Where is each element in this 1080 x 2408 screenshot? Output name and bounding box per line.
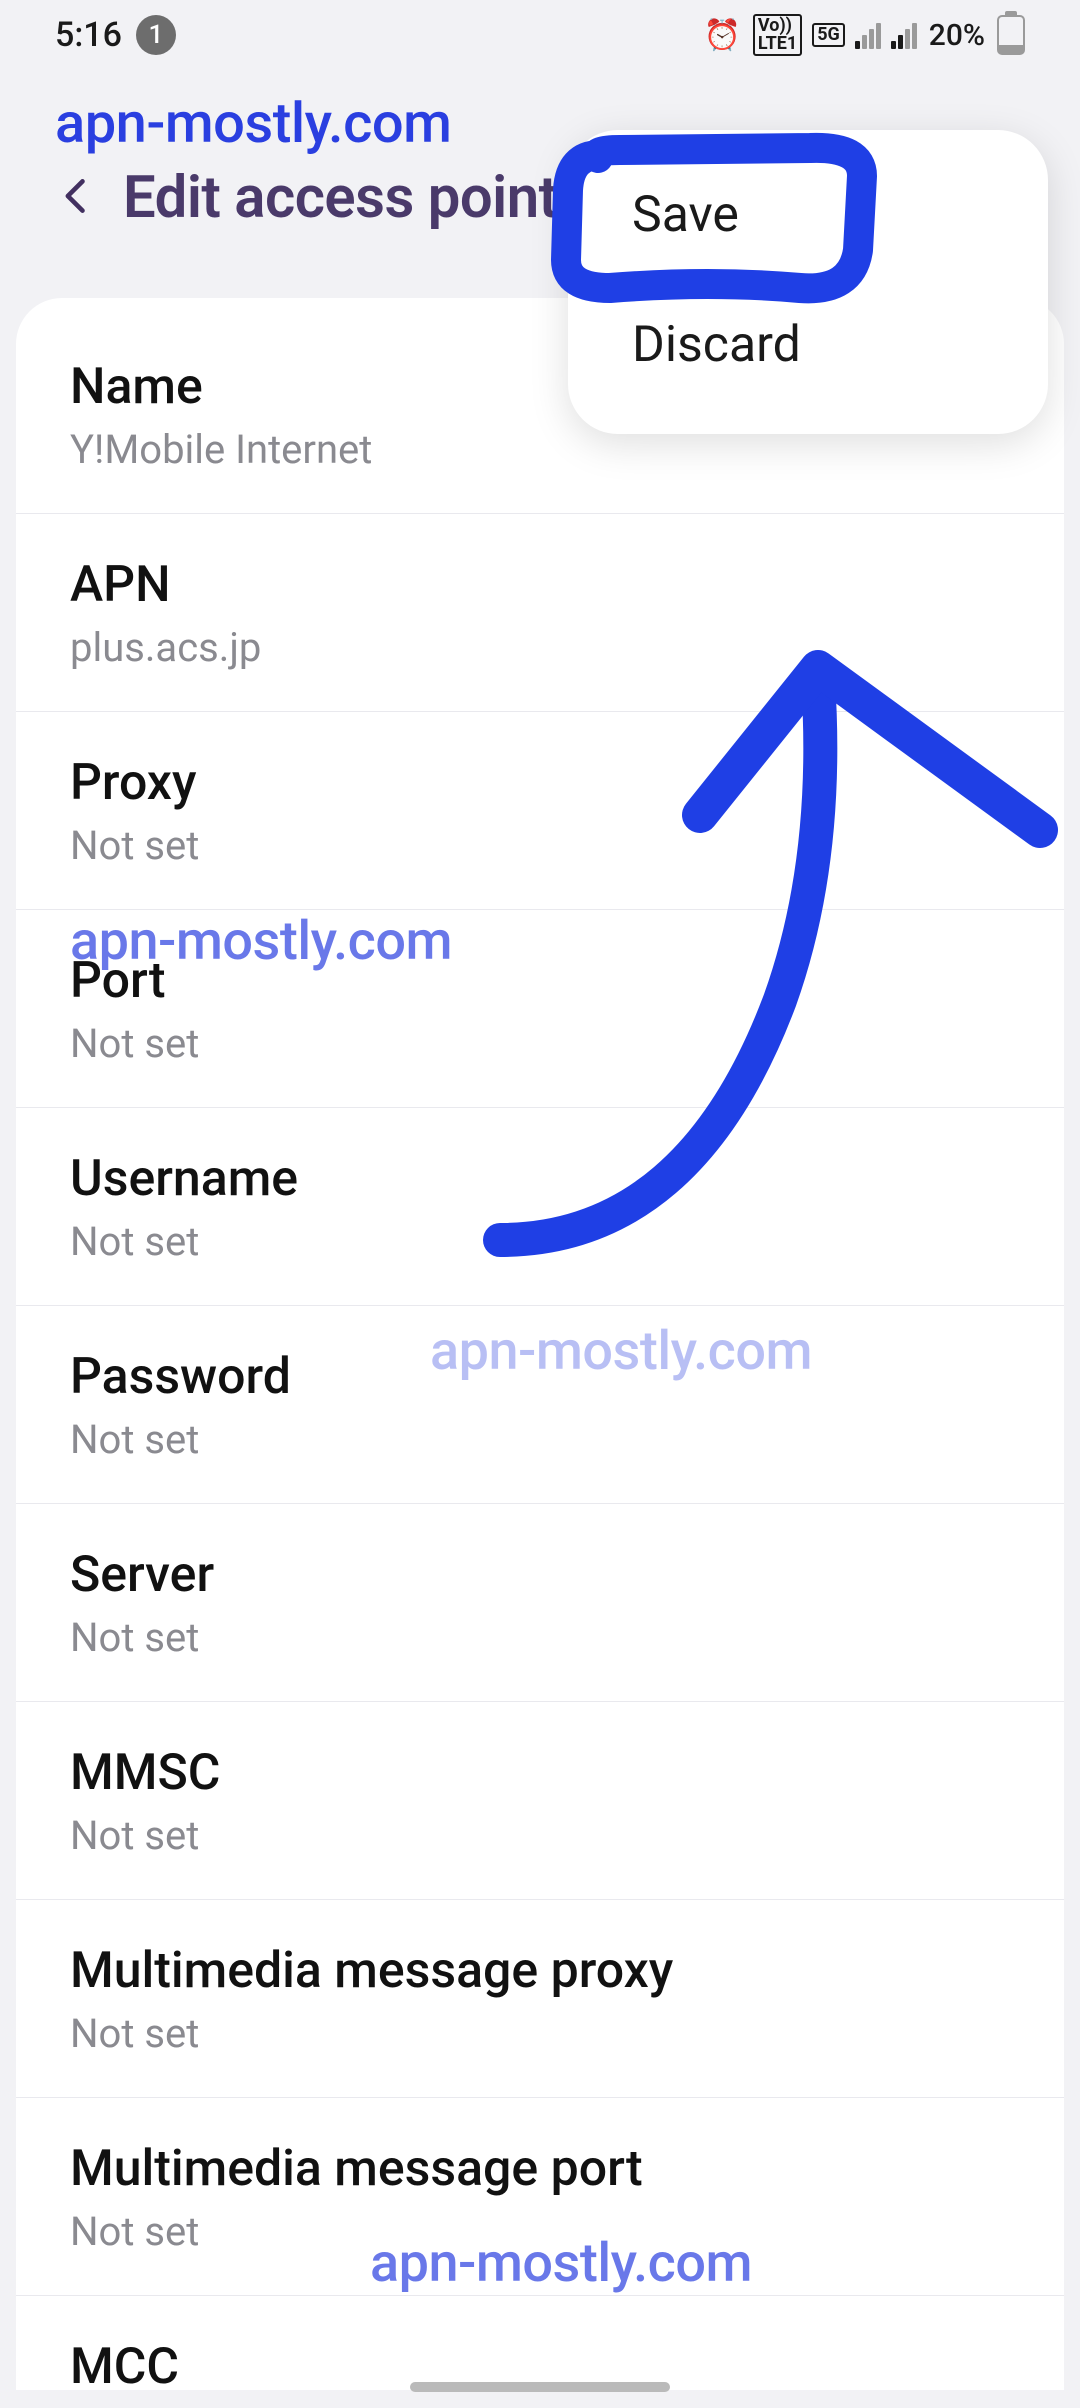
field-value: Not set: [70, 1614, 1010, 1661]
notification-count-badge: 1: [136, 15, 176, 55]
field-label: Server: [70, 1546, 1010, 1604]
field-label: MMSC: [70, 1744, 1010, 1802]
signal-bars-sim2-icon: [891, 21, 917, 49]
status-right: ⏰ Vo))LTE1 5G 20%: [703, 14, 1025, 56]
page-title: Edit access point: [123, 164, 558, 232]
field-mmsc[interactable]: MMSC Not set: [16, 1702, 1064, 1900]
field-value: plus.acs.jp: [70, 624, 1010, 671]
field-value: Not set: [70, 2010, 1010, 2057]
volte-icon: Vo))LTE1: [753, 14, 802, 56]
field-port[interactable]: Port Not set: [16, 910, 1064, 1108]
field-value: Not set: [70, 2208, 1010, 2255]
field-password[interactable]: Password Not set: [16, 1306, 1064, 1504]
field-apn[interactable]: APN plus.acs.jp: [16, 514, 1064, 712]
5g-icon: 5G: [812, 23, 845, 47]
field-mms-proxy[interactable]: Multimedia message proxy Not set: [16, 1900, 1064, 2098]
field-server[interactable]: Server Not set: [16, 1504, 1064, 1702]
menu-save[interactable]: Save: [568, 150, 1048, 280]
field-label: APN: [70, 556, 1010, 614]
overflow-menu: Save Discard: [568, 130, 1048, 434]
home-indicator[interactable]: [410, 2382, 670, 2392]
back-button[interactable]: [55, 174, 99, 222]
field-label: Proxy: [70, 754, 1010, 812]
field-label: Username: [70, 1150, 1010, 1208]
battery-icon: [997, 15, 1025, 55]
field-value: Not set: [70, 1020, 1010, 1067]
field-mms-port[interactable]: Multimedia message port Not set: [16, 2098, 1064, 2296]
signal-bars-sim1-icon: [855, 21, 881, 49]
field-label: Password: [70, 1348, 1010, 1406]
clock: 5:16: [55, 15, 122, 55]
field-username[interactable]: Username Not set: [16, 1108, 1064, 1306]
status-bar: 5:16 1 ⏰ Vo))LTE1 5G 20%: [0, 0, 1080, 70]
apn-fields-list: Name Y!Mobile Internet APN plus.acs.jp P…: [16, 298, 1064, 2390]
battery-percent: 20%: [929, 18, 985, 53]
field-value: Not set: [70, 1218, 1010, 1265]
network-indicators: Vo))LTE1 5G: [753, 14, 917, 56]
field-value: Not set: [70, 822, 1010, 869]
field-label: Multimedia message proxy: [70, 1942, 1010, 2000]
field-proxy[interactable]: Proxy Not set: [16, 712, 1064, 910]
field-value: Not set: [70, 1416, 1010, 1463]
field-label: Port: [70, 952, 1010, 1010]
field-value: Not set: [70, 1812, 1010, 1859]
chevron-left-icon: [55, 174, 99, 218]
field-mcc[interactable]: MCC: [16, 2296, 1064, 2390]
field-label: Multimedia message port: [70, 2140, 1010, 2198]
status-left: 5:16 1: [55, 15, 176, 55]
menu-discard[interactable]: Discard: [568, 280, 1048, 410]
alarm-icon: ⏰: [703, 18, 740, 53]
